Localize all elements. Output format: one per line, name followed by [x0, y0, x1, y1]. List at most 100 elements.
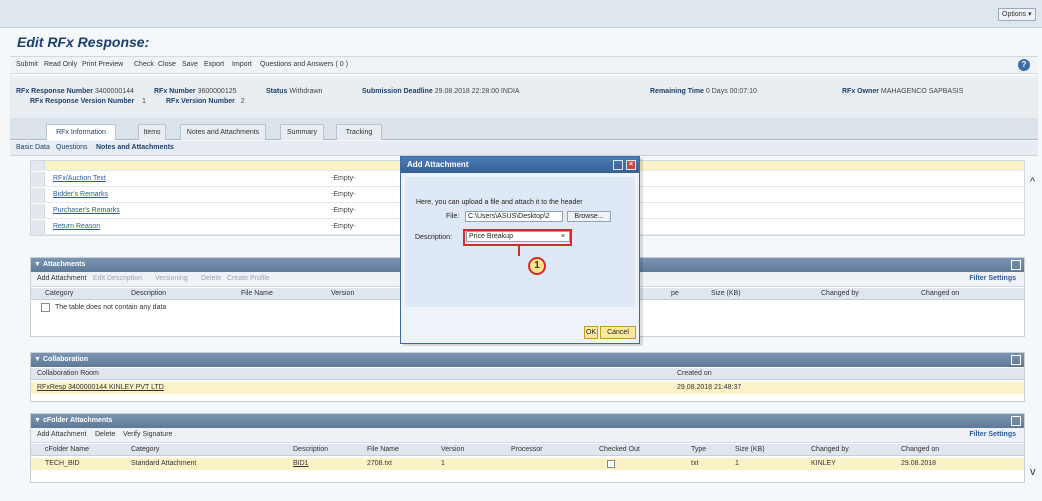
check-button[interactable]: Check [134, 61, 154, 68]
add-attachment-button[interactable]: Add Attachment [37, 275, 86, 282]
tab-items[interactable]: Items [138, 124, 166, 140]
column-type[interactable]: pe [671, 290, 679, 297]
description-label: Description: [415, 234, 452, 241]
versioning-button: Versioning [155, 275, 188, 282]
response-version-label: RFx Response Version Number [30, 98, 135, 105]
table-row: TECH_BID Standard Attachment BID1 2708.t… [31, 458, 1024, 470]
filter-settings-link[interactable]: Filter Settings [969, 431, 1016, 438]
help-icon[interactable]: ? [1018, 59, 1030, 71]
column-changed-on[interactable]: Changed on [901, 446, 939, 453]
column-version[interactable]: Version [441, 446, 464, 453]
tab-summary[interactable]: Summary [280, 124, 324, 140]
subtab-notes-attachments[interactable]: Notes and Attachments [96, 144, 174, 151]
column-size[interactable]: Size (KB) [711, 290, 741, 297]
row-selector[interactable] [31, 220, 45, 234]
column-file-name[interactable]: File Name [241, 290, 273, 297]
cfolder-add-attachment-button[interactable]: Add Attachment [37, 431, 86, 438]
deadline-label: Submission Deadline [362, 88, 433, 95]
category-cell: Standard Attachment [131, 460, 197, 467]
read-only-button[interactable]: Read Only [44, 61, 77, 68]
column-type[interactable]: Type [691, 446, 706, 453]
maximize-icon[interactable] [1011, 260, 1021, 270]
response-number-label: RFx Response Number [16, 88, 94, 95]
column-category[interactable]: Category [131, 446, 159, 453]
export-button[interactable]: Export [204, 61, 224, 68]
cfolder-panel: ▼ cFolder Attachments Add Attachment Del… [30, 413, 1025, 483]
column-description[interactable]: Description [293, 446, 328, 453]
tab-tracking[interactable]: Tracking [336, 124, 382, 140]
subtab-basic-data[interactable]: Basic Data [16, 144, 50, 151]
rfx-number-value: 3600000125 [197, 88, 237, 95]
add-attachment-dialog: Add Attachment × [400, 156, 640, 344]
tab-rfx-information[interactable]: RFx Information [46, 124, 116, 140]
collaboration-column-header: Collaboration Room Created on [31, 368, 1024, 380]
scroll-up-icon[interactable]: ^ [1030, 176, 1035, 188]
collaboration-room-link[interactable]: RFxResp 3400000144 KINLEY PVT LTD [37, 384, 164, 391]
column-file-name[interactable]: File Name [367, 446, 399, 453]
column-category[interactable]: Category [45, 290, 73, 297]
column-created-on[interactable]: Created on [677, 370, 712, 377]
collapse-triangle-icon[interactable]: ▼ [34, 353, 41, 367]
scroll-down-icon[interactable]: v [1030, 466, 1036, 478]
collapse-triangle-icon[interactable]: ▼ [34, 414, 41, 428]
tab-notes-attachments[interactable]: Notes and Attachments [180, 124, 266, 140]
row-selector[interactable] [31, 188, 45, 202]
collapse-triangle-icon[interactable]: ▼ [34, 258, 41, 272]
note-name[interactable]: RFx/Auction Text [53, 175, 106, 182]
main-toolbar: Submit Read Only Print Preview Check Clo… [10, 56, 1038, 74]
maximize-icon[interactable] [613, 160, 623, 170]
cfolder-delete-button[interactable]: Delete [95, 431, 115, 438]
questions-answers-button[interactable]: Questions and Answers ( 0 ) [260, 61, 348, 68]
close-icon[interactable]: × [626, 160, 636, 170]
close-button[interactable]: Close [158, 61, 176, 68]
column-changed-by[interactable]: Changed by [821, 290, 859, 297]
file-label: File: [446, 213, 460, 220]
note-name[interactable]: Bidder's Remarks [53, 191, 108, 198]
rfx-owner-value: MAHAGENCO SAPBASIS [880, 88, 964, 95]
note-name[interactable]: Purchaser's Remarks [53, 207, 120, 214]
tab-strip: RFx Information Items Notes and Attachme… [10, 118, 1038, 140]
submit-button[interactable]: Submit [16, 61, 38, 68]
import-button[interactable]: Import [232, 61, 252, 68]
edit-description-button: Edit Description [93, 275, 143, 282]
column-checked-out[interactable]: Checked Out [599, 446, 640, 453]
rfx-version-value: 2 [240, 98, 245, 105]
note-name[interactable]: Return Reason [53, 223, 100, 230]
maximize-icon[interactable] [1011, 355, 1021, 365]
column-size[interactable]: Size (KB) [735, 446, 765, 453]
collaboration-panel-header[interactable]: ▼ Collaboration [31, 353, 1024, 367]
row-selector[interactable] [31, 172, 45, 186]
browse-button[interactable]: Browse... [567, 211, 611, 222]
collaboration-panel: ▼ Collaboration Collaboration Room Creat… [30, 352, 1025, 402]
deadline-value: 29.08.2018 22:28:00 INDIA [434, 88, 520, 95]
dialog-title-bar[interactable]: Add Attachment × [401, 157, 639, 173]
print-preview-button[interactable]: Print Preview [82, 61, 123, 68]
file-path-input[interactable]: C:\Users\ASUS\Desktop\2 [465, 211, 563, 222]
description-link[interactable]: BID1 [293, 460, 309, 467]
cancel-button[interactable]: Cancel [600, 326, 636, 339]
cfolder-name-cell: TECH_BID [45, 460, 80, 467]
column-processor[interactable]: Processor [511, 446, 543, 453]
filter-settings-link[interactable]: Filter Settings [969, 275, 1016, 282]
row-selector[interactable] [31, 161, 45, 170]
subtab-questions[interactable]: Questions [56, 144, 88, 151]
ok-button[interactable]: OK [584, 326, 598, 339]
save-button[interactable]: Save [182, 61, 198, 68]
column-version[interactable]: Version [331, 290, 354, 297]
callout-connector [518, 246, 520, 256]
collaboration-title: Collaboration [43, 356, 89, 363]
page-title: Edit RFx Response: [17, 34, 150, 50]
column-cfolder-name[interactable]: cFolder Name [45, 446, 89, 453]
column-changed-on[interactable]: Changed on [921, 290, 959, 297]
column-collaboration-room[interactable]: Collaboration Room [37, 370, 99, 377]
verify-signature-button[interactable]: Verify Signature [123, 431, 172, 438]
type-cell: txt [691, 460, 699, 467]
column-description[interactable]: Description [131, 290, 166, 297]
rfx-header-info: RFx Response Number 3400000144 RFx Numbe… [10, 76, 1038, 118]
row-selector[interactable] [31, 204, 45, 218]
checked-out-checkbox[interactable] [607, 460, 615, 468]
maximize-icon[interactable] [1011, 416, 1021, 426]
column-changed-by[interactable]: Changed by [811, 446, 849, 453]
cfolder-panel-header[interactable]: ▼ cFolder Attachments [31, 414, 1024, 428]
options-button[interactable]: Options ▾ [998, 8, 1036, 21]
